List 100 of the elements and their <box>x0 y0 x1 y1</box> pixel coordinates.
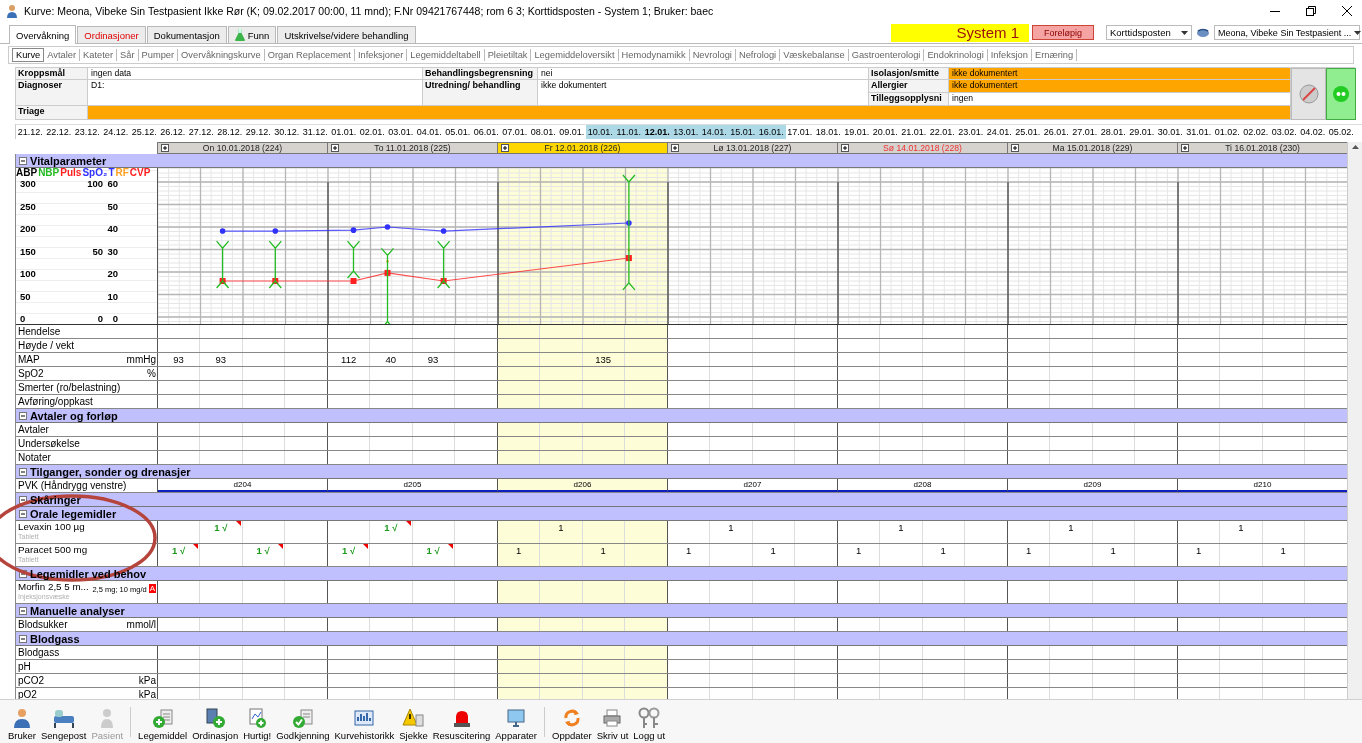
date-label[interactable]: 24.12. <box>101 125 130 139</box>
date-label[interactable]: 31.01. <box>1184 125 1213 139</box>
date-label[interactable]: 28.12. <box>215 125 244 139</box>
close-icon[interactable] <box>1342 6 1352 16</box>
date-label[interactable]: 04.01. <box>415 125 444 139</box>
tab[interactable]: Utskrivelse/videre behandling <box>277 26 416 43</box>
day-header[interactable]: On 10.01.2018 (224) <box>157 142 327 154</box>
date-label[interactable]: 26.12. <box>158 125 187 139</box>
toolbar-button[interactable]: Ordinasjon <box>190 707 241 741</box>
tab[interactable]: Dokumentasjon <box>146 26 227 43</box>
day-header[interactable]: Ma 15.01.2018 (229) <box>1007 142 1177 154</box>
date-label[interactable]: 18.01. <box>814 125 843 139</box>
date-label[interactable]: 25.12. <box>130 125 159 139</box>
collapse-icon[interactable] <box>19 509 27 518</box>
tab[interactable]: Overvåkning <box>9 25 77 44</box>
toolbar-button[interactable]: Legemiddel <box>136 707 190 741</box>
patient-dropdown[interactable]: Meona, Vibeke Sin Testpasient ... <box>1214 25 1360 40</box>
date-label[interactable]: 13.01. <box>671 125 700 139</box>
date-label[interactable]: 23.01. <box>956 125 985 139</box>
toolbar-button[interactable]: Bruker <box>6 707 38 741</box>
date-label[interactable]: 11.01. <box>614 125 643 139</box>
restore-icon[interactable] <box>1306 6 1316 16</box>
date-label[interactable]: 27.01. <box>1070 125 1099 139</box>
scrollbar[interactable] <box>1347 142 1362 699</box>
subtab[interactable]: Organ Replacement <box>264 49 355 61</box>
date-label[interactable]: 15.01. <box>728 125 757 139</box>
toolbar-button[interactable]: Logg ut <box>631 707 668 741</box>
toolbar-button[interactable]: Godkjenning <box>274 707 332 741</box>
subtab[interactable]: Hemodynamikk <box>618 49 690 61</box>
date-label[interactable]: 05.01. <box>443 125 472 139</box>
date-label[interactable]: 05.02. <box>1327 125 1356 139</box>
date-label[interactable]: 17.01. <box>785 125 814 139</box>
date-label[interactable]: 29.01. <box>1127 125 1156 139</box>
date-label[interactable]: 28.01. <box>1099 125 1128 139</box>
subtab[interactable]: Pumper <box>138 49 179 61</box>
scroll-up-icon[interactable] <box>1351 145 1359 149</box>
date-label[interactable]: 03.01. <box>386 125 415 139</box>
subtab[interactable]: Kateter <box>80 49 118 61</box>
date-label[interactable]: 12.01. <box>643 125 672 139</box>
subtab[interactable]: Infeksjon <box>987 49 1032 61</box>
subtab[interactable]: Nevrologi <box>689 49 736 61</box>
subtab[interactable]: Endokrinologi <box>924 49 988 61</box>
date-label[interactable]: 21.01. <box>899 125 928 139</box>
date-label[interactable]: 30.01. <box>1156 125 1185 139</box>
subtab[interactable]: Væskebalanse <box>780 49 849 61</box>
toolbar-button[interactable]: Apparater <box>493 707 539 741</box>
date-label[interactable]: 27.12. <box>187 125 216 139</box>
date-label[interactable]: 23.12. <box>73 125 102 139</box>
date-label[interactable]: 02.01. <box>358 125 387 139</box>
date-label[interactable]: 20.01. <box>871 125 900 139</box>
unit-dropdown[interactable]: Korttidsposten <box>1106 25 1192 40</box>
toolbar-button[interactable]: Hurtig! <box>241 707 274 741</box>
subtab[interactable]: Legemiddeloversikt <box>531 49 619 61</box>
subtab[interactable]: Ernæring <box>1031 49 1078 61</box>
date-label[interactable]: 22.01. <box>928 125 957 139</box>
date-label[interactable]: 08.01. <box>529 125 558 139</box>
collapse-icon[interactable] <box>19 606 27 615</box>
date-label[interactable]: 01.01. <box>329 125 358 139</box>
subtab[interactable]: Kurve <box>12 48 45 62</box>
subtab[interactable]: Sår <box>117 49 139 61</box>
subtab[interactable]: Overvåkningskurve <box>178 49 265 61</box>
date-label[interactable]: 09.01. <box>557 125 586 139</box>
collapse-icon[interactable] <box>19 634 27 643</box>
toolbar-button[interactable]: Resuscitering <box>430 707 493 741</box>
date-label[interactable]: 04.02. <box>1298 125 1327 139</box>
toolbar-button[interactable]: Sengepost <box>39 707 89 741</box>
date-label[interactable]: 31.12. <box>301 125 330 139</box>
date-label[interactable]: 22.12. <box>44 125 73 139</box>
date-label[interactable]: 14.01. <box>700 125 729 139</box>
subtab[interactable]: Infeksjoner <box>354 49 408 61</box>
date-label[interactable]: 19.01. <box>842 125 871 139</box>
date-label[interactable]: 03.02. <box>1270 125 1299 139</box>
date-label[interactable]: 30.12. <box>272 125 301 139</box>
date-label[interactable]: 06.01. <box>472 125 501 139</box>
date-label[interactable]: 29.12. <box>244 125 273 139</box>
date-label[interactable]: 02.02. <box>1241 125 1270 139</box>
collapse-icon[interactable] <box>19 156 27 165</box>
toolbar-button[interactable]: Skriv ut <box>594 707 631 741</box>
collapse-icon[interactable] <box>19 569 27 578</box>
subtab[interactable]: Nefrologi <box>735 49 781 61</box>
collapse-icon[interactable] <box>19 495 27 504</box>
date-label[interactable]: 10.01. <box>586 125 615 139</box>
subtab[interactable]: Avtaler <box>44 49 81 61</box>
toolbar-button[interactable]: Kurvehistorikk <box>332 707 397 741</box>
day-header[interactable]: Fr 12.01.2018 (226) <box>497 142 667 154</box>
day-header[interactable]: Ti 16.01.2018 (230) <box>1177 142 1347 154</box>
date-label[interactable]: 25.01. <box>1013 125 1042 139</box>
date-label[interactable]: 26.01. <box>1042 125 1071 139</box>
subtab[interactable]: Pleietiltak <box>484 49 532 61</box>
day-header[interactable]: To 11.01.2018 (225) <box>327 142 497 154</box>
collapse-icon[interactable] <box>19 411 27 420</box>
subtab[interactable]: Gastroenterologi <box>848 49 925 61</box>
tab[interactable]: Funn <box>227 26 277 43</box>
date-label[interactable]: 07.01. <box>500 125 529 139</box>
date-label[interactable]: 16.01. <box>757 125 786 139</box>
toolbar-button[interactable]: Sjekke <box>397 707 430 741</box>
status-button[interactable] <box>1291 68 1326 120</box>
date-label[interactable]: 24.01. <box>985 125 1014 139</box>
tab[interactable]: Ordinasjoner <box>77 26 146 43</box>
day-header[interactable]: Lø 13.01.2018 (227) <box>667 142 837 154</box>
